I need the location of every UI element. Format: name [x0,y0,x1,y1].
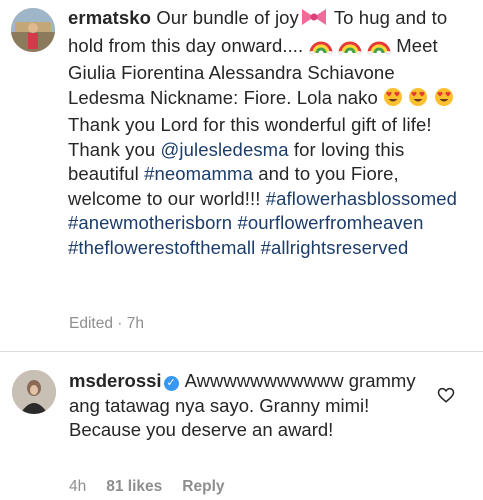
post-meta: Edited · 7h [69,315,144,333]
verified-badge-icon: ✓ [163,376,179,391]
heart-eyes-icon [434,87,454,114]
avatar-ermatsko[interactable] [11,8,55,52]
rainbow-icon [367,35,392,62]
avatar-msderossi[interactable] [12,370,56,414]
heart-outline-icon[interactable] [437,386,455,404]
caption-text: Our bundle of joy [151,7,299,28]
heart-eyes-icon [408,87,428,114]
heart-eyes-icon [383,87,403,114]
comment-username[interactable]: msderossi [69,370,162,391]
post-username[interactable]: ermatsko [68,7,151,28]
ribbon-icon [299,7,329,34]
comment-time: 4h [69,478,87,495]
mention-link[interactable]: @julesledesma [161,139,289,160]
edited-label: Edited [69,315,113,332]
hashtag-link[interactable]: #neomamma [144,163,253,184]
post-caption: ermatsko Our bundle of joy To hug and to… [68,6,473,260]
reply-button[interactable]: Reply [182,478,224,496]
rainbow-icon [308,35,333,62]
divider [0,351,483,352]
hashtag-link[interactable]: #anewmotherisborn [68,212,232,233]
hashtag-link[interactable]: #aflowerhasblossomed [266,188,457,209]
rainbow-icon [337,35,362,62]
likes-count[interactable]: 81 likes [106,478,162,496]
post-time: 7h [126,315,144,332]
meta-separator: · [112,315,127,332]
hashtag-link[interactable]: #ourflowerfromheaven [237,212,423,233]
comment-text: msderossi ✓ Awwwwwwwwwww grammy ang tataw… [69,369,429,443]
comment-meta: 4h 81 likes Reply [69,478,225,496]
hashtag-link[interactable]: #allrightsreserved [261,237,409,258]
hashtag-link[interactable]: #theflowerestofthemall [68,237,255,258]
